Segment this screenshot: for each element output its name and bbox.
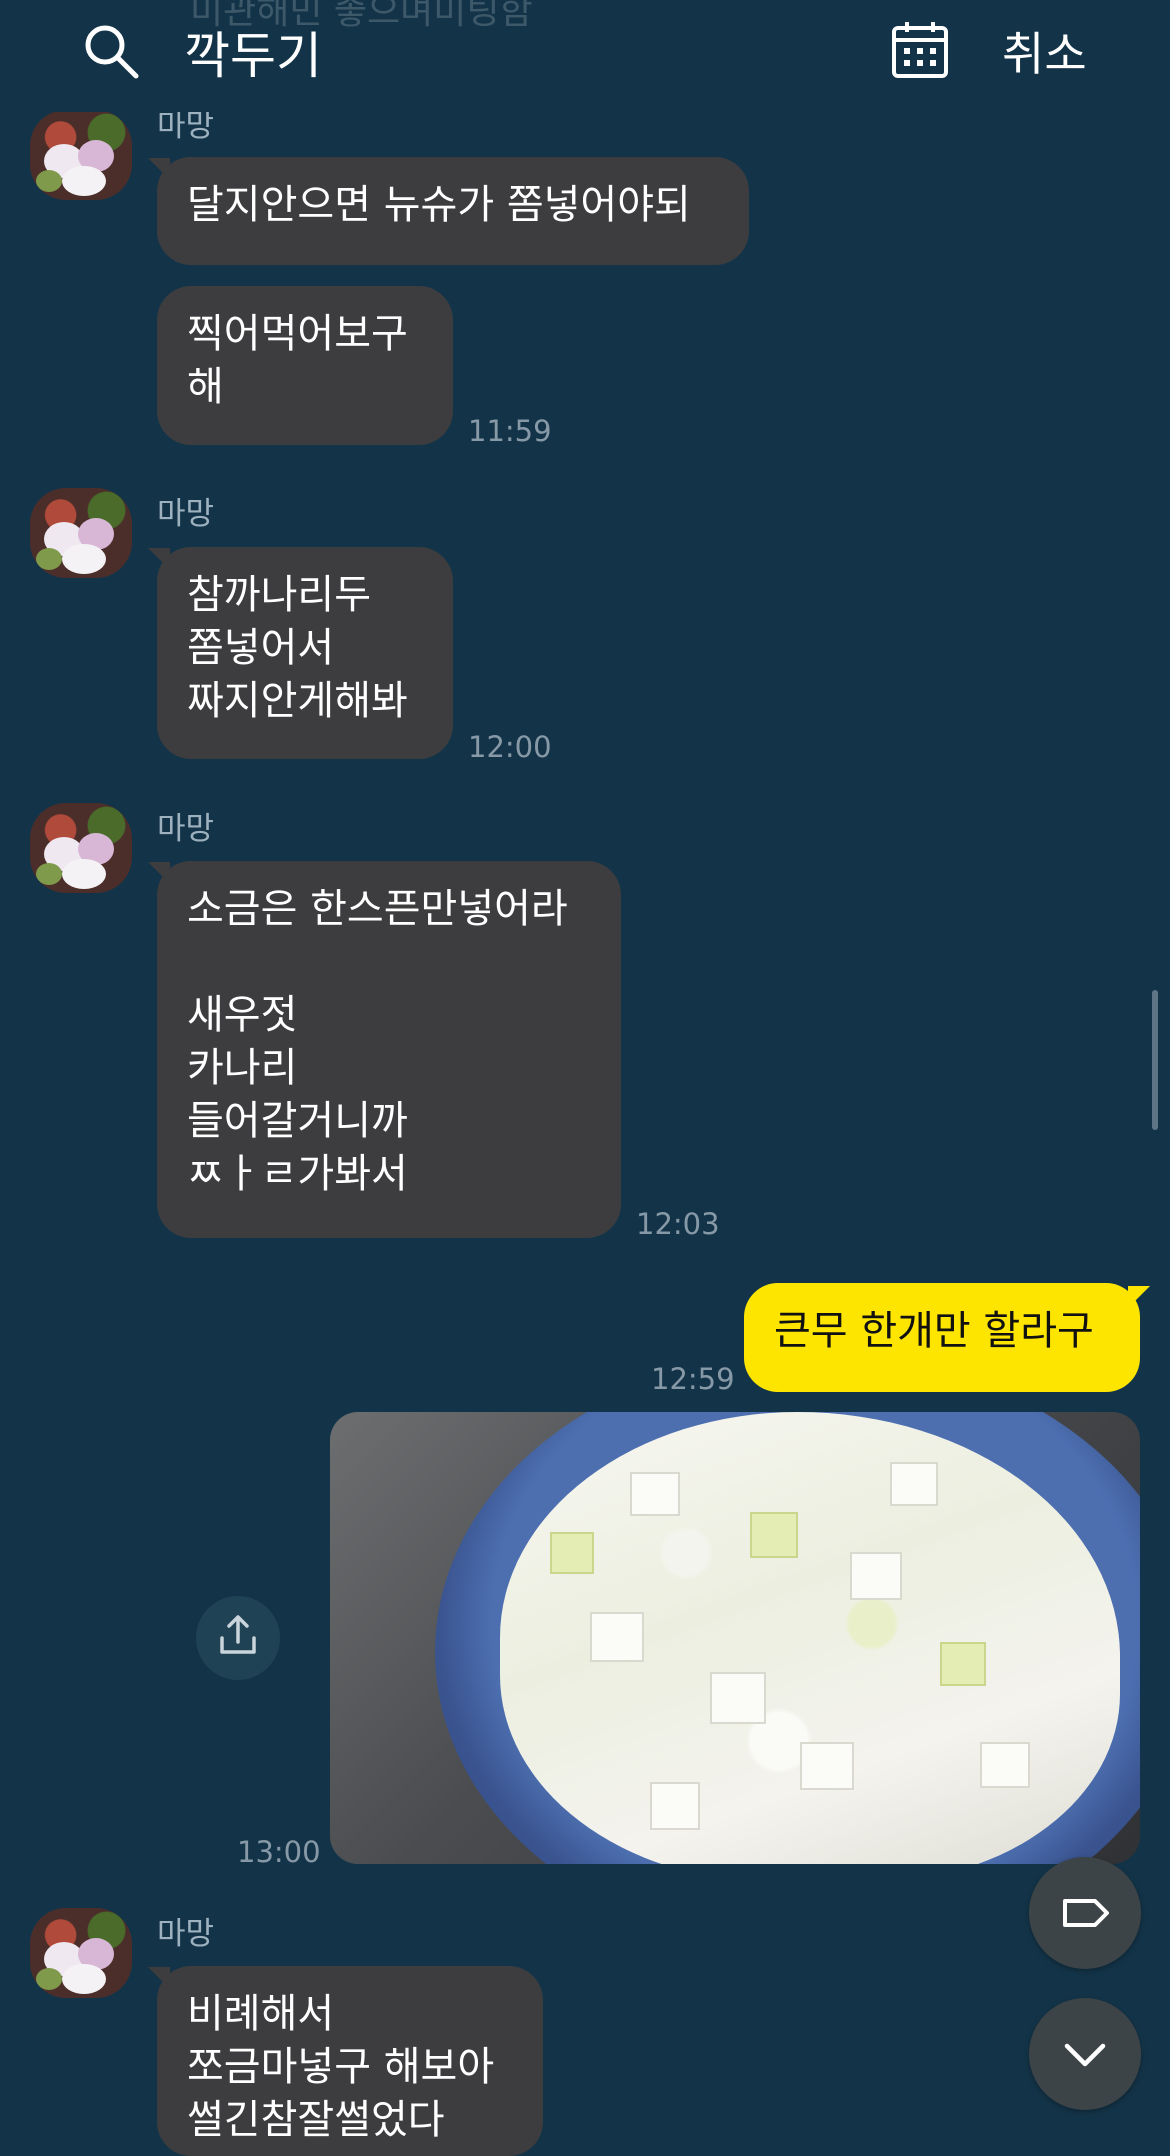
message-photo[interactable]: [330, 1412, 1140, 1864]
message-time: 13:00: [237, 1835, 321, 1869]
calendar-icon[interactable]: [890, 20, 950, 80]
search-icon[interactable]: [82, 22, 140, 80]
share-button[interactable]: [196, 1596, 280, 1680]
message-time: 12:03: [636, 1207, 720, 1241]
message-bubble[interactable]: 달지안으면 뉴슈가 쫌넣어야되: [157, 157, 749, 265]
avatar[interactable]: [30, 1908, 132, 1998]
sender-name: 마망: [157, 1916, 215, 1952]
avatar[interactable]: [30, 488, 132, 578]
message-time: 12:59: [651, 1362, 735, 1396]
sender-name: 마망: [157, 811, 215, 847]
chevron-down-icon: [1064, 2043, 1106, 2067]
tag-button[interactable]: [1029, 1857, 1141, 1969]
message-bubble[interactable]: 찍어먹어보구 해: [157, 286, 453, 445]
cancel-button[interactable]: 취소: [1002, 18, 1087, 84]
bubble-tail: [1128, 1286, 1150, 1308]
search-input[interactable]: 깍두기: [184, 16, 322, 88]
chat-header: 미관해민 좋으며미팅함 깍두기 취소: [0, 0, 1170, 112]
scroll-down-button[interactable]: [1029, 1998, 1141, 2110]
message-bubble[interactable]: 참까나리두 쫌넣어서 짜지안게해봐: [157, 547, 453, 759]
avatar[interactable]: [30, 803, 132, 893]
message-bubble[interactable]: 비례해서 쪼금마넣구 해보아 썰긴참잘썰었다: [157, 1966, 543, 2156]
tag-icon: [1063, 1899, 1109, 1927]
avatar[interactable]: [30, 110, 132, 200]
message-time: 12:00: [468, 730, 552, 764]
sender-name: 마망: [157, 496, 215, 532]
my-message-bubble[interactable]: 큰무 한개만 할라구: [744, 1283, 1140, 1392]
share-icon: [220, 1615, 256, 1654]
message-bubble[interactable]: 소금은 한스픈만넣어라 새우젓 카나리 들어갈거니까 ㅉㅏㄹ가봐서: [157, 861, 621, 1238]
scrollbar[interactable]: [1152, 990, 1158, 1130]
message-time: 11:59: [468, 414, 552, 448]
